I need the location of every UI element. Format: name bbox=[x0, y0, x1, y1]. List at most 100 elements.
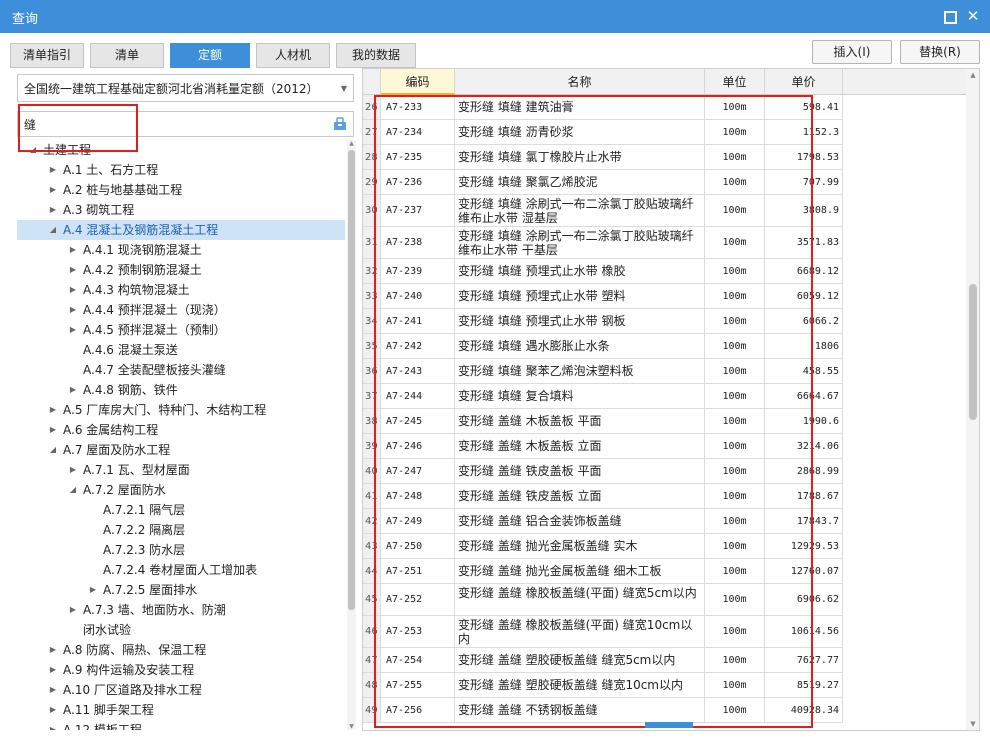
search-input[interactable]: 缝 bbox=[17, 111, 354, 137]
header-price[interactable]: 单价 bbox=[765, 69, 843, 95]
table-row[interactable]: 48 A7-255 变形缝 盖缝 塑胶硬板盖缝 缝宽10cm以内 100m 8519.2… bbox=[363, 673, 843, 698]
table-row[interactable]: 38 A7-245 变形缝 盖缝 木板盖板 平面 100m 1990.6 bbox=[363, 409, 843, 434]
tree-item[interactable]: ▶ A.7.2.5 屋面排水 bbox=[17, 580, 345, 600]
expanded-arrow-icon[interactable]: ◢ bbox=[47, 220, 59, 240]
collapsed-arrow-icon[interactable]: ▶ bbox=[67, 600, 79, 620]
table-row[interactable]: 41 A7-248 变形缝 盖缝 铁皮盖板 立面 100m 1788.67 bbox=[363, 484, 843, 509]
collapsed-arrow-icon[interactable]: ▶ bbox=[67, 320, 79, 340]
table-row[interactable]: 27 A7-234 变形缝 填缝 沥青砂浆 100m 1152.3 bbox=[363, 120, 843, 145]
collapsed-arrow-icon[interactable]: ▶ bbox=[47, 640, 59, 660]
tree-item[interactable]: ▶ A.11 脚手架工程 bbox=[17, 700, 345, 720]
scroll-up-icon[interactable]: ▲ bbox=[966, 71, 979, 79]
table-row[interactable]: 36 A7-243 变形缝 填缝 聚苯乙烯泡沫塑料板 100m 458.55 bbox=[363, 359, 843, 384]
tree-item[interactable]: ▶ A.10 厂区道路及排水工程 bbox=[17, 680, 345, 700]
tree-item[interactable]: ▶ A.8 防腐、隔热、保温工程 bbox=[17, 640, 345, 660]
table-row[interactable]: 31 A7-238 变形缝 填缝 涂刷式一布二涂氯丁胶贴玻璃纤维布止水带 干基层 10… bbox=[363, 227, 843, 259]
grid-scrollbar[interactable]: ▲ ▼ bbox=[966, 69, 979, 730]
table-row[interactable]: 32 A7-239 变形缝 填缝 预埋式止水带 橡胶 100m 6689.12 bbox=[363, 259, 843, 284]
tab-3[interactable]: 人材机 bbox=[256, 43, 330, 68]
expanded-arrow-icon[interactable]: ◢ bbox=[67, 480, 79, 500]
tree-item[interactable]: A.4.7 全装配壁板接头灌缝 bbox=[17, 360, 345, 380]
table-row[interactable]: 40 A7-247 变形缝 盖缝 铁皮盖板 平面 100m 2868.99 bbox=[363, 459, 843, 484]
tree-item[interactable]: A.7.2.4 卷材屋面人工增加表 bbox=[17, 560, 345, 580]
table-row[interactable]: 45 A7-252 变形缝 盖缝 橡胶板盖缝(平面) 缝宽5cm以内 100m 6906… bbox=[363, 584, 843, 616]
collapsed-arrow-icon[interactable]: ▶ bbox=[47, 680, 59, 700]
tree-item[interactable]: ▶ A.3 砌筑工程 bbox=[17, 200, 345, 220]
chevron-down-icon[interactable]: ▼ bbox=[341, 84, 347, 93]
tree-item[interactable]: ▶ A.4.1 现浇钢筋混凝土 bbox=[17, 240, 345, 260]
close-icon[interactable]: ✕ bbox=[964, 7, 982, 25]
tree-item[interactable]: ▶ A.4.8 钢筋、铁件 bbox=[17, 380, 345, 400]
expanded-arrow-icon[interactable]: ◢ bbox=[27, 140, 39, 160]
tree-item[interactable]: A.7.2.1 隔气层 bbox=[17, 500, 345, 520]
table-row[interactable]: 34 A7-241 变形缝 填缝 预埋式止水带 钢板 100m 6066.2 bbox=[363, 309, 843, 334]
collapsed-arrow-icon[interactable]: ▶ bbox=[67, 460, 79, 480]
collapsed-arrow-icon[interactable]: ▶ bbox=[47, 660, 59, 680]
collapsed-arrow-icon[interactable]: ▶ bbox=[67, 300, 79, 320]
tree-item[interactable]: 闭水试验 bbox=[17, 620, 345, 640]
scroll-down-icon[interactable]: ▼ bbox=[347, 723, 356, 730]
collapsed-arrow-icon[interactable]: ▶ bbox=[47, 160, 59, 180]
table-row[interactable]: 35 A7-242 变形缝 填缝 遇水膨胀止水条 100m 1806 bbox=[363, 334, 843, 359]
table-row[interactable]: 26 A7-233 变形缝 填缝 建筑油膏 100m 598.41 bbox=[363, 95, 843, 120]
tree-item[interactable]: ▶ A.5 厂库房大门、特种门、木结构工程 bbox=[17, 400, 345, 420]
tree-item[interactable]: ▶ A.4.3 构筑物混凝土 bbox=[17, 280, 345, 300]
grid-scrollbar-thumb[interactable] bbox=[969, 284, 977, 420]
tree-item[interactable]: ▶ A.4.4 预拌混凝土（现浇） bbox=[17, 300, 345, 320]
tab-2[interactable]: 定额 bbox=[170, 43, 250, 68]
tree-scrollbar-thumb[interactable] bbox=[348, 150, 355, 610]
tab-4[interactable]: 我的数据 bbox=[336, 43, 416, 68]
collapsed-arrow-icon[interactable]: ▶ bbox=[47, 180, 59, 200]
tree-item[interactable]: A.7.2.2 隔离层 bbox=[17, 520, 345, 540]
tree-item[interactable]: ▶ A.4.5 预拌混凝土（预制） bbox=[17, 320, 345, 340]
collapsed-arrow-icon[interactable]: ▶ bbox=[67, 240, 79, 260]
table-row[interactable]: 42 A7-249 变形缝 盖缝 铝合金装饰板盖缝 100m 17843.7 bbox=[363, 509, 843, 534]
scroll-down-icon[interactable]: ▼ bbox=[966, 720, 979, 728]
scroll-up-icon[interactable]: ▲ bbox=[347, 140, 356, 147]
tree-item[interactable]: ◢ A.7.2 屋面防水 bbox=[17, 480, 345, 500]
collapsed-arrow-icon[interactable]: ▶ bbox=[47, 700, 59, 720]
collapsed-arrow-icon[interactable]: ▶ bbox=[47, 200, 59, 220]
table-row[interactable]: 44 A7-251 变形缝 盖缝 抛光金属板盖缝 细木工板 100m 12760.07 bbox=[363, 559, 843, 584]
expanded-arrow-icon[interactable]: ◢ bbox=[47, 440, 59, 460]
table-row[interactable]: 30 A7-237 变形缝 填缝 涂刷式一布二涂氯丁胶贴玻璃纤维布止水带 湿基层 10… bbox=[363, 195, 843, 227]
collapsed-arrow-icon[interactable]: ▶ bbox=[67, 380, 79, 400]
tree-item[interactable]: ◢ A.7 屋面及防水工程 bbox=[17, 440, 345, 460]
header-name[interactable]: 名称 bbox=[455, 69, 705, 95]
table-row[interactable]: 28 A7-235 变形缝 填缝 氯丁橡胶片止水带 100m 1798.53 bbox=[363, 145, 843, 170]
replace-button[interactable]: 替换(R) bbox=[900, 40, 980, 64]
tree-item[interactable]: ▶ A.9 构件运输及安装工程 bbox=[17, 660, 345, 680]
table-row[interactable]: 49 A7-256 变形缝 盖缝 不锈钢板盖缝 100m 40928.34 bbox=[363, 698, 843, 723]
tree-item[interactable]: ◢ A.4 混凝土及钢筋混凝土工程 bbox=[17, 220, 345, 240]
table-row[interactable]: 43 A7-250 变形缝 盖缝 抛光金属板盖缝 实木 100m 12929.53 bbox=[363, 534, 843, 559]
table-row[interactable]: 47 A7-254 变形缝 盖缝 塑胶硬板盖缝 缝宽5cm以内 100m 7627.77 bbox=[363, 648, 843, 673]
collapsed-arrow-icon[interactable]: ▶ bbox=[87, 580, 99, 600]
tree-scrollbar[interactable]: ▲ ▼ bbox=[347, 140, 356, 730]
tree-item[interactable]: ▶ A.7.1 瓦、型材屋面 bbox=[17, 460, 345, 480]
tree-item[interactable]: ▶ A.6 金属结构工程 bbox=[17, 420, 345, 440]
splitter-handle[interactable] bbox=[645, 722, 693, 728]
tree-item[interactable]: ▶ A.2 桩与地基基础工程 bbox=[17, 180, 345, 200]
table-row[interactable]: 46 A7-253 变形缝 盖缝 橡胶板盖缝(平面) 缝宽10cm以内 100m 106… bbox=[363, 616, 843, 648]
header-code[interactable]: 编码 bbox=[381, 69, 455, 95]
tree-item[interactable]: ▶ A.12 模板工程 bbox=[17, 720, 345, 730]
collapsed-arrow-icon[interactable]: ▶ bbox=[67, 280, 79, 300]
header-unit[interactable]: 单位 bbox=[705, 69, 765, 95]
search-icon[interactable] bbox=[331, 115, 349, 133]
maximize-icon[interactable] bbox=[940, 7, 958, 25]
tree-item[interactable]: ◢ 土建工程 bbox=[17, 140, 345, 160]
collapsed-arrow-icon[interactable]: ▶ bbox=[67, 260, 79, 280]
collapsed-arrow-icon[interactable]: ▶ bbox=[47, 420, 59, 440]
tab-0[interactable]: 清单指引 bbox=[10, 43, 84, 68]
insert-button[interactable]: 插入(I) bbox=[812, 40, 892, 64]
tree-item[interactable]: ▶ A.1 土、石方工程 bbox=[17, 160, 345, 180]
collapsed-arrow-icon[interactable]: ▶ bbox=[47, 400, 59, 420]
tree-item[interactable]: A.4.6 混凝土泵送 bbox=[17, 340, 345, 360]
library-select[interactable]: 全国统一建筑工程基础定额河北省消耗量定额（2012） ▼ bbox=[17, 74, 354, 102]
collapsed-arrow-icon[interactable]: ▶ bbox=[47, 720, 59, 730]
table-row[interactable]: 29 A7-236 变形缝 填缝 聚氯乙烯胶泥 100m 707.99 bbox=[363, 170, 843, 195]
tree-item[interactable]: ▶ A.4.2 预制钢筋混凝土 bbox=[17, 260, 345, 280]
tree-item[interactable]: A.7.2.3 防水层 bbox=[17, 540, 345, 560]
table-row[interactable]: 39 A7-246 变形缝 盖缝 木板盖板 立面 100m 3214.06 bbox=[363, 434, 843, 459]
table-row[interactable]: 37 A7-244 变形缝 填缝 复合填料 100m 6664.67 bbox=[363, 384, 843, 409]
